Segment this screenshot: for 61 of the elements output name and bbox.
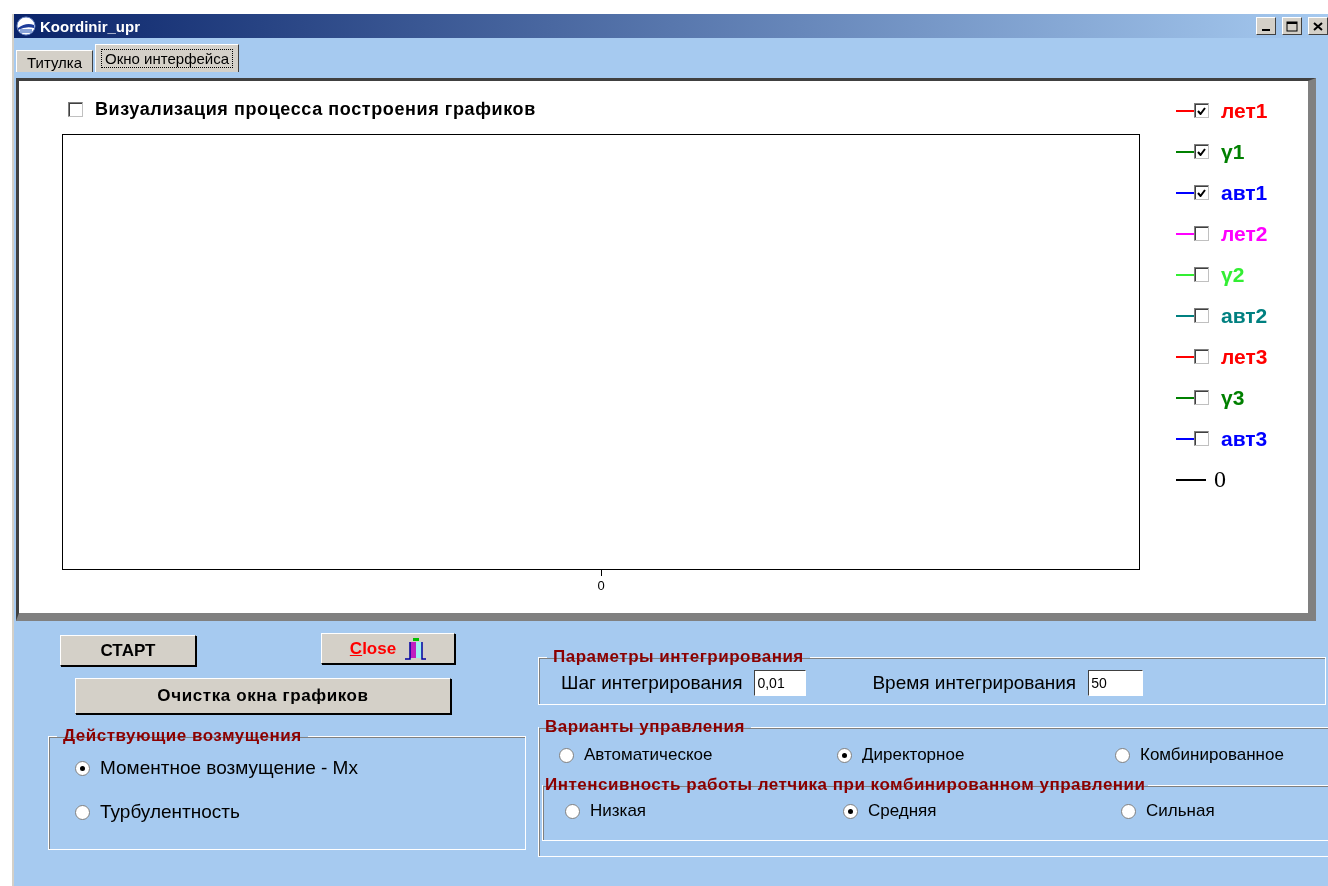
- radio-label[interactable]: Средняя: [868, 801, 937, 821]
- radio-label[interactable]: Турбулентность: [100, 801, 240, 823]
- radio-button[interactable]: [75, 804, 90, 820]
- app-icon: [16, 16, 36, 36]
- check-icon: [1197, 147, 1206, 156]
- check-icon: [1197, 106, 1206, 115]
- radio-label[interactable]: Автоматическое: [584, 745, 713, 765]
- radio-label[interactable]: Директорное: [862, 745, 965, 765]
- radio-button[interactable]: [75, 760, 90, 776]
- legend-label[interactable]: авт1: [1221, 180, 1268, 205]
- tab[interactable]: Окно интерфейса: [95, 44, 240, 72]
- radio-label[interactable]: Комбинированное: [1140, 745, 1284, 765]
- checkbox[interactable]: [1194, 349, 1209, 364]
- checkbox[interactable]: [1194, 226, 1209, 241]
- legend-label[interactable]: γ3: [1221, 385, 1245, 410]
- radio-button[interactable]: [1121, 803, 1136, 819]
- checkbox[interactable]: [1194, 390, 1209, 405]
- close-button[interactable]: [1308, 17, 1328, 35]
- group-title: Интенсивность работы летчика при комбинированном управлении: [544, 775, 1147, 795]
- radio-button[interactable]: [837, 747, 852, 763]
- checkbox[interactable]: [1194, 144, 1209, 159]
- tick-label: 0: [597, 578, 605, 593]
- input-field[interactable]: 50: [1088, 670, 1144, 696]
- tab[interactable]: Титулка: [16, 50, 94, 72]
- tick-mark: [600, 570, 602, 576]
- door-icon: [404, 636, 427, 661]
- radio-button[interactable]: [559, 747, 574, 763]
- legend-label[interactable]: γ1: [1221, 139, 1245, 164]
- legend-label[interactable]: авт3: [1221, 426, 1268, 451]
- legend-label[interactable]: лет1: [1221, 98, 1268, 123]
- maximize-button[interactable]: [1282, 17, 1302, 35]
- radio-button[interactable]: [565, 803, 580, 819]
- group-title: Варианты управления: [544, 717, 746, 737]
- radio-button[interactable]: [843, 803, 858, 819]
- maximize-icon: [1286, 20, 1298, 32]
- legend-label[interactable]: авт2: [1221, 303, 1268, 328]
- checkbox[interactable]: [1194, 431, 1209, 446]
- radio-button[interactable]: [1115, 747, 1130, 763]
- checkbox[interactable]: [1194, 185, 1209, 200]
- minimize-icon: [1262, 29, 1270, 31]
- legend-label[interactable]: лет3: [1221, 344, 1268, 369]
- window-title: Koordinir_upr: [40, 17, 141, 35]
- checkbox-label[interactable]: Визуализация процесса построения графиков: [95, 98, 536, 120]
- close-icon: [1312, 20, 1324, 32]
- field-label: Шаг интегрирования: [561, 672, 743, 694]
- input-field[interactable]: 0,01: [754, 670, 807, 696]
- radio-label[interactable]: Моментное возмущение - Mx: [100, 757, 358, 779]
- checkbox[interactable]: [1194, 103, 1209, 118]
- checkbox[interactable]: [1194, 308, 1209, 323]
- legend-label: 0: [1214, 466, 1226, 493]
- check-icon: [1197, 188, 1206, 197]
- checkbox[interactable]: [1194, 267, 1209, 282]
- radio-label[interactable]: Сильная: [1146, 801, 1215, 821]
- field-label: Время интегрирования: [872, 672, 1077, 694]
- clear-button[interactable]: Очистка окна графиков: [75, 678, 451, 714]
- radio-label[interactable]: Низкая: [590, 801, 647, 821]
- checkbox[interactable]: [68, 101, 83, 117]
- group-title: Параметры интегрирования: [552, 647, 805, 667]
- minimize-button[interactable]: [1256, 17, 1276, 35]
- group-title: Действующие возмущения: [62, 726, 303, 746]
- start-button[interactable]: СТАРТ: [60, 635, 196, 666]
